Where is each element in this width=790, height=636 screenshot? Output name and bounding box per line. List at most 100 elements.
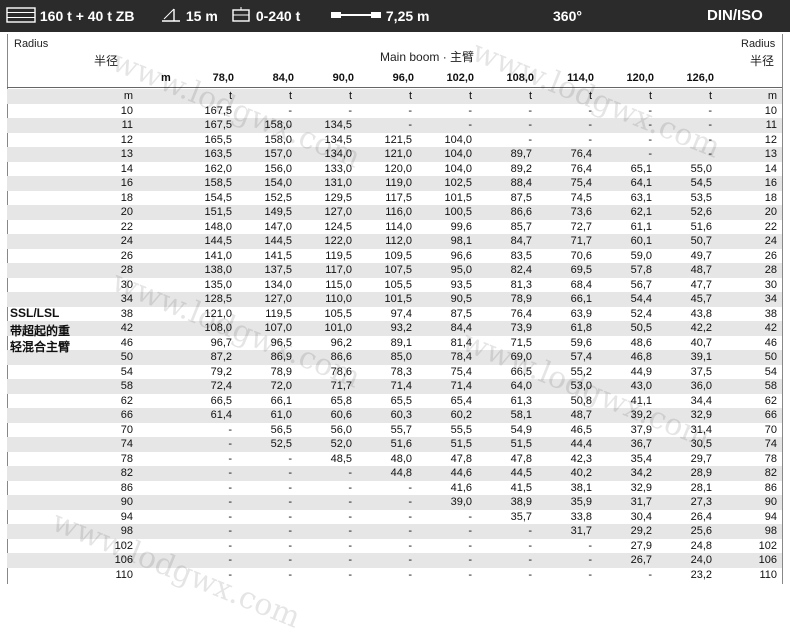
load-capacity-cell: 64,0 <box>510 380 532 392</box>
load-capacity-cell: 44,4 <box>570 438 592 450</box>
load-capacity-cell: 54,5 <box>690 177 712 189</box>
load-capacity-cell: - <box>528 568 532 581</box>
radius-cell-right: 12 <box>764 133 777 146</box>
load-capacity-cell: - <box>708 119 712 131</box>
load-capacity-cell: 58,1 <box>510 409 532 421</box>
load-capacity-cell: 54,4 <box>630 293 652 305</box>
load-capacity-cell: 57,8 <box>630 264 652 276</box>
load-capacity-cell: 108,0 <box>204 322 232 334</box>
load-capacity-cell: - <box>468 104 472 117</box>
superlift-radius-icon <box>160 7 182 27</box>
unit-cell: t <box>528 90 532 102</box>
radius-cell-left: 42 <box>120 322 133 334</box>
counterweight-icon <box>6 7 36 27</box>
table-row: 58 72,4 72,0 71,7 71,4 71,4 64,0 53,0 43,0 36,0 58 <box>7 379 782 394</box>
radius-cell-right: 38 <box>764 307 777 320</box>
load-capacity-cell: 84,7 <box>510 235 532 247</box>
load-capacity-cell: 141,0 <box>204 249 232 262</box>
load-capacity-cell: - <box>708 133 712 146</box>
load-capacity-cell: 167,5 <box>204 104 232 117</box>
load-capacity-cell: 71,4 <box>450 380 472 392</box>
table-row: 20 151,5 149,5 127,0 116,0 100,5 86,6 73,6 62,1 5… <box>7 205 782 220</box>
load-capacity-cell: 96,5 <box>270 336 292 349</box>
radius-cell-left: 16 <box>120 177 133 189</box>
load-capacity-cell: 61,3 <box>510 394 532 407</box>
load-capacity-cell: 60,3 <box>390 409 412 421</box>
load-capacity-cell: 42,2 <box>690 322 712 334</box>
radius-cell-left: 78 <box>120 452 133 465</box>
load-capacity-cell: 109,5 <box>384 249 412 262</box>
load-capacity-cell: 78,6 <box>330 365 352 378</box>
unit-cell: t <box>648 90 652 102</box>
load-capacity-cell: 66,1 <box>270 394 292 407</box>
superlift-weight-icon <box>230 7 252 27</box>
radius-cell-left: 10 <box>120 104 133 117</box>
load-capacity-cell: 144,5 <box>264 235 292 247</box>
load-capacity-cell: 87,2 <box>210 351 232 363</box>
table-row: 30 135,0 134,0 115,0 105,5 93,5 81,3 68,4 56,7 47… <box>7 278 782 293</box>
load-capacity-cell: 68,4 <box>570 278 592 291</box>
boom-length-header: 102,0 <box>446 72 474 84</box>
load-capacity-cell: - <box>228 554 232 566</box>
load-capacity-cell: 104,0 <box>444 133 472 146</box>
boom-length-header: 126,0 <box>686 72 714 84</box>
load-capacity-cell: 158,5 <box>204 177 232 189</box>
load-capacity-cell: 124,5 <box>324 220 352 233</box>
load-capacity-cell: - <box>708 104 712 117</box>
load-capacity-cell: 47,7 <box>690 278 712 291</box>
radius-cell-left: 82 <box>120 467 133 479</box>
table-row: 106 - - - - - - - 26,7 24,0 106 <box>7 553 782 568</box>
table-row: 110 - - - - - - - - 23,2 110 <box>7 568 782 583</box>
load-capacity-cell: - <box>288 104 292 117</box>
load-capacity-cell: 50,5 <box>630 322 652 334</box>
radius-cell-left: 34 <box>120 293 133 305</box>
load-capacity-cell: 93,2 <box>390 322 412 334</box>
load-capacity-cell: 135,0 <box>204 278 232 291</box>
load-capacity-cell: - <box>228 423 232 436</box>
load-capacity-cell: 29,2 <box>630 525 652 537</box>
load-capacity-cell: 131,0 <box>324 177 352 189</box>
load-capacity-cell: 134,5 <box>324 133 352 146</box>
load-capacity-cell: 60,1 <box>630 235 652 247</box>
radius-cell-right: 14 <box>764 162 777 175</box>
table-row: 70 - 56,5 56,0 55,7 55,5 54,9 46,5 37,9 31,4 70 <box>7 423 782 438</box>
radius-cell-left: 30 <box>120 278 133 291</box>
unit-cell: t <box>408 90 412 102</box>
spec-header-bar: 160 t + 40 t ZB 15 m 0-240 t 7,25 m 360°… <box>0 0 790 32</box>
radius-cell-left: 46 <box>120 336 133 349</box>
load-capacity-cell: 66,5 <box>210 394 232 407</box>
radius-cell-right: 98 <box>764 525 777 537</box>
load-capacity-cell: - <box>588 104 592 117</box>
load-capacity-cell: 163,5 <box>204 148 232 160</box>
load-capacity-cell: 154,0 <box>264 177 292 189</box>
load-capacity-cell: - <box>288 452 292 465</box>
load-capacity-cell: 51,5 <box>510 438 532 450</box>
radius-cell-right: 16 <box>764 177 777 189</box>
unit-cell: t <box>588 90 592 102</box>
boom-length-header: 84,0 <box>272 72 294 84</box>
load-capacity-cell: 121,5 <box>384 133 412 146</box>
radius-cell-right: 62 <box>764 394 777 407</box>
load-capacity-cell: 165,5 <box>204 133 232 146</box>
table-row: 98 - - - - - - 31,7 29,2 25,6 98 <box>7 524 782 539</box>
load-capacity-cell: 48,0 <box>390 452 412 465</box>
radius-cell-right: 22 <box>764 220 777 233</box>
table-row: 90 - - - - 39,0 38,9 35,9 31,7 27,3 90 <box>7 495 782 510</box>
load-capacity-cell: 46,5 <box>570 423 592 436</box>
load-capacity-cell: 75,4 <box>570 177 592 189</box>
load-capacity-cell: 26,7 <box>630 554 652 566</box>
radius-cell-right: 28 <box>764 264 777 276</box>
table-row: 28 138,0 137,5 117,0 107,5 95,0 82,4 69,5 57,8 48… <box>7 263 782 278</box>
load-capacity-cell: 156,0 <box>264 162 292 175</box>
radius-cell-left: 66 <box>120 409 133 421</box>
table-row: 50 87,2 86,9 86,6 85,0 78,4 69,0 57,4 46,8 39,1 50 <box>7 350 782 365</box>
load-capacity-cell: - <box>528 104 532 117</box>
load-capacity-cell: 93,5 <box>450 278 472 291</box>
load-capacity-cell: 120,0 <box>384 162 412 175</box>
load-capacity-cell: - <box>588 568 592 581</box>
load-capacity-cell: 78,3 <box>390 365 412 378</box>
radius-cell-right: 11 <box>765 119 777 131</box>
table-row: 46 96,7 96,5 96,2 89,1 81,4 71,5 59,6 48,6 40,7 46 <box>7 336 782 351</box>
load-capacity-cell: 55,7 <box>390 423 412 436</box>
load-capacity-cell: - <box>648 568 652 581</box>
